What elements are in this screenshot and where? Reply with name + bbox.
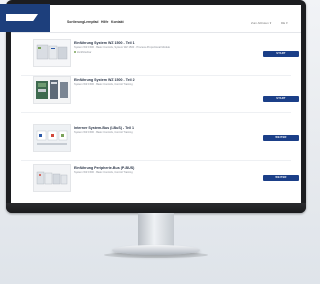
course-item[interactable]: Einführung Peripherie-Bus (P-BUS) System… (21, 162, 299, 200)
course-item[interactable]: Einführung System WZ 1500 - Teil 1 Syste… (21, 37, 299, 76)
course-title: Interner System-Bus (I-BuS) - Teil 1 (74, 126, 135, 130)
course-title: Einführung Peripherie-Bus (P-BUS) (74, 166, 135, 170)
continue-button[interactable]: WEITER (263, 175, 299, 181)
course-thumbnail (33, 164, 71, 192)
start-button[interactable]: START (263, 96, 299, 102)
status-dot-icon (74, 51, 76, 53)
screen: Sortierung Lernpfad Hilfe Kontakt Zum Ab… (11, 5, 301, 204)
course-item[interactable]: Interner System-Bus (I-BuS) - Teil 1 Sys… (21, 122, 299, 161)
course-subtitle: System WZ 1500 · Basic Controls, Control… (74, 171, 133, 174)
nav-item-sortierung[interactable]: Sortierung (67, 20, 84, 24)
nav-item-lernpfad[interactable]: Lernpfad (84, 20, 99, 24)
course-thumbnail (33, 39, 71, 67)
chevron-down-icon: ▾ (269, 21, 272, 25)
monitor-stand-base (112, 245, 200, 255)
nav-item-kontakt[interactable]: Kontakt (111, 20, 124, 24)
continue-button[interactable]: WEITER (263, 135, 299, 141)
course-subtitle: System WZ 1500 · Basic Controls, Control… (74, 131, 133, 134)
course-thumbnail (33, 76, 71, 104)
nav-item-hilfe[interactable]: Hilfe (101, 20, 108, 24)
start-button[interactable]: START (263, 51, 299, 57)
course-thumbnail (33, 124, 71, 152)
language-label: DE (281, 21, 286, 25)
sort-dropdown-label: Zum Abholen (251, 21, 269, 25)
brand-logo (0, 4, 50, 32)
logo-mark-icon (6, 14, 38, 21)
course-title: Einführung System WZ 1500 - Teil 1 (74, 41, 135, 45)
language-switch[interactable]: DE▾ (281, 21, 288, 25)
course-title: Einführung System WZ 1500 - Teil 2 (74, 78, 135, 82)
monitor-frame: Sortierung Lernpfad Hilfe Kontakt Zum Ab… (6, 0, 306, 213)
top-navigation: Sortierung Lernpfad Hilfe Kontakt Zum Ab… (11, 5, 301, 33)
course-badge: Zertifizierbar (74, 51, 91, 54)
sort-dropdown[interactable]: Zum Abholen▾ (251, 21, 271, 25)
course-subtitle: System WZ 1500 · Basic Controls, System … (74, 46, 171, 49)
monitor-chin (6, 203, 306, 213)
course-badge-label: Zertifizierbar (77, 51, 92, 54)
course-item[interactable]: Einführung System WZ 1500 - Teil 2 Syste… (21, 74, 299, 113)
monitor-stand-neck (138, 213, 174, 247)
course-subtitle: System WZ 1500 · Basic Controls, Control… (74, 83, 133, 86)
chevron-down-icon: ▾ (286, 21, 288, 25)
